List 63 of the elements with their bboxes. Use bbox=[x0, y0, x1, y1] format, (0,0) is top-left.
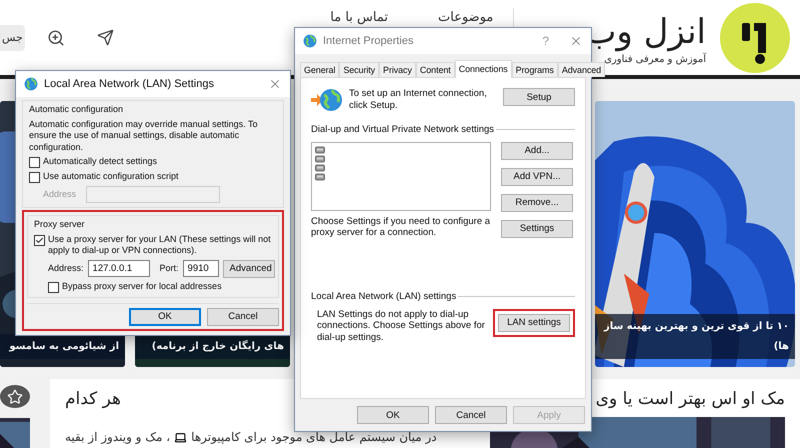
checkbox[interactable] bbox=[29, 172, 40, 183]
port-field[interactable]: 9910 bbox=[182, 260, 219, 277]
field-label: Address bbox=[43, 188, 76, 200]
description-text: Automatic configuration may override manual settings. To ensure the use of manual settings, disable automatic configuration. bbox=[29, 118, 258, 153]
group-heading: Dial-up and Virtual Private Network settings bbox=[311, 124, 494, 136]
tab[interactable]: Privacy bbox=[379, 62, 416, 77]
featured-card[interactable]: ۱۰ تا از قوی ترین و بهترین بهینه ساز ها) bbox=[595, 101, 795, 367]
tab[interactable]: Security bbox=[339, 62, 380, 77]
article-excerpt: در میان سیستم عامل های موجود برای کامپیوترها bbox=[191, 430, 437, 444]
dialog-button[interactable]: OK bbox=[129, 308, 201, 326]
tab[interactable]: Programs bbox=[512, 62, 558, 77]
nav-link[interactable]: تماس با ما bbox=[330, 10, 388, 25]
card-caption: های رایگان خارج از برنامه) bbox=[152, 339, 284, 354]
star-button[interactable] bbox=[0, 385, 30, 408]
search-plus-icon[interactable] bbox=[46, 28, 65, 46]
checkbox-label: Use automatic configuration script bbox=[43, 171, 179, 182]
advanced-button[interactable]: Advanced bbox=[222, 260, 275, 278]
dialog-button[interactable]: Settings bbox=[501, 220, 573, 238]
tab[interactable]: Advanced bbox=[558, 62, 606, 77]
window-title: Internet Properties bbox=[323, 35, 414, 47]
logo-icon bbox=[720, 2, 790, 72]
checkbox[interactable] bbox=[34, 234, 45, 246]
article-title: هر کدام bbox=[65, 389, 122, 409]
card-caption: ۱۰ تا از قوی ترین و بهترین بهینه ساز bbox=[604, 320, 789, 334]
tab[interactable]: Connections bbox=[454, 60, 512, 78]
setup-text: To set up an Internet connection, click Setup. bbox=[349, 88, 488, 111]
checkbox-label: Automatically detect settings bbox=[43, 156, 158, 168]
globe-arrow-icon bbox=[311, 88, 343, 112]
setup-button[interactable]: Setup bbox=[503, 88, 575, 106]
group-heading: Proxy server bbox=[34, 219, 86, 230]
dialog-button[interactable]: Remove... bbox=[501, 194, 573, 212]
dialog-button[interactable]: Add VPN... bbox=[501, 168, 573, 186]
address-field[interactable]: 127.0.0.1 bbox=[88, 260, 150, 277]
tab[interactable]: Content bbox=[416, 62, 455, 77]
checkbox-label: Use a proxy server for your LAN (These settings will not apply to dial-up or VPN connections). bbox=[48, 234, 272, 256]
group-heading: Local Area Network (LAN) settings bbox=[311, 291, 456, 302]
tab[interactable]: General bbox=[300, 62, 340, 77]
card-caption: از شیائومی به سامسو bbox=[9, 340, 119, 354]
lan-note: LAN Settings do not apply to dial-up connections. Choose Settings above for dial-up settings. bbox=[316, 308, 486, 343]
dialog-button[interactable]: Add... bbox=[501, 142, 573, 160]
checkbox[interactable] bbox=[48, 282, 59, 292]
laptop-icon bbox=[174, 430, 188, 444]
group-heading: Automatic configuration bbox=[29, 104, 124, 116]
dialog-button[interactable]: Cancel bbox=[207, 308, 279, 326]
field-label: Address: bbox=[48, 262, 84, 274]
send-icon[interactable] bbox=[96, 29, 114, 46]
lan-settings-button[interactable]: LAN settings bbox=[498, 314, 570, 332]
star-icon bbox=[7, 388, 23, 405]
site-tagline: آموزش و معرفی فناوری bbox=[604, 54, 706, 65]
proxy-note: Choose Settings if you need to configure a proxy server for a connection. bbox=[311, 216, 490, 238]
card-caption: ها) bbox=[774, 340, 789, 354]
window-title: Local Area Network (LAN) Settings bbox=[44, 78, 215, 90]
dialog-button[interactable]: OK bbox=[357, 406, 429, 424]
globe-icon bbox=[24, 77, 38, 91]
nav-link[interactable]: موضوعات bbox=[438, 10, 494, 25]
search-button[interactable]: جس bbox=[0, 24, 25, 50]
dialog-button[interactable]: Cancel bbox=[435, 406, 507, 424]
article-excerpt: ، مک و ویندوز از بقیه bbox=[65, 430, 170, 444]
article-title: مک او اس بهتر است یا وی bbox=[596, 389, 785, 409]
checkbox-label: Bypass proxy server for local addresses bbox=[62, 280, 222, 292]
checkbox[interactable] bbox=[29, 157, 40, 168]
globe-icon bbox=[303, 34, 317, 48]
field-label: Port: bbox=[160, 262, 179, 274]
